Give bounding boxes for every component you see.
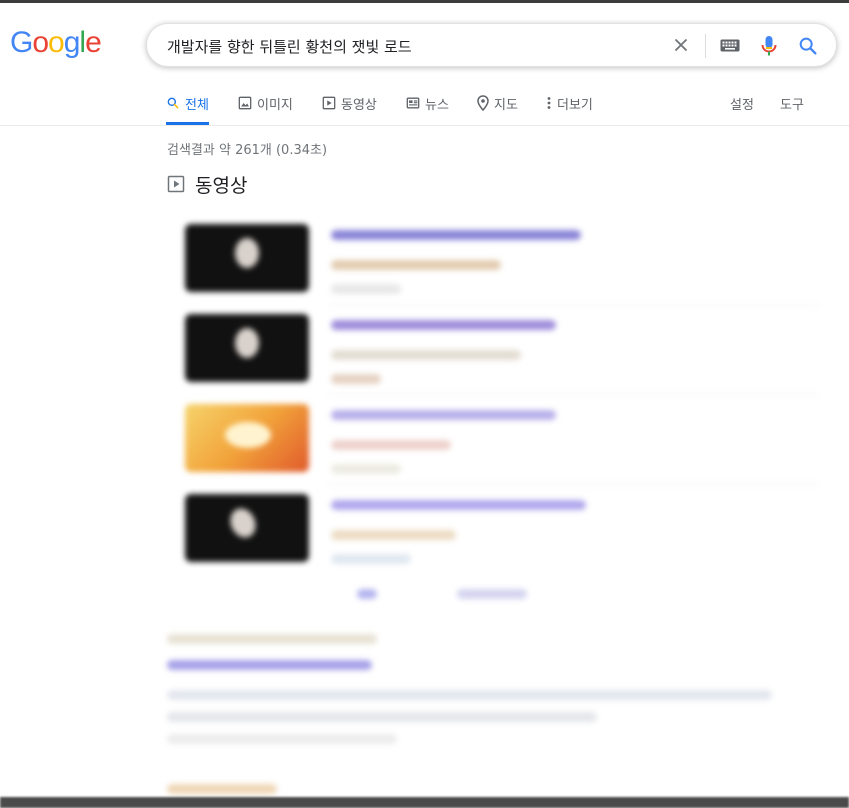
search-result[interactable] xyxy=(167,632,787,752)
video-title[interactable] xyxy=(331,500,586,510)
tab-news[interactable]: 뉴스 xyxy=(406,84,449,122)
tab-label: 전체 xyxy=(185,97,209,113)
search-icon xyxy=(167,97,179,109)
video-item[interactable] xyxy=(167,220,819,302)
tab-images[interactable]: 이미지 xyxy=(238,84,293,122)
tools-label: 도구 xyxy=(780,97,804,113)
logo-letter: g xyxy=(63,26,81,59)
row-divider xyxy=(327,304,819,305)
tab-more[interactable]: 더보기 xyxy=(546,84,593,122)
result-snippet xyxy=(167,690,772,700)
search-divider xyxy=(705,34,706,58)
search-tabs: 전체 이미지 동영상 뉴스 지도 더보기 설정 도구 xyxy=(156,84,836,125)
settings-label: 설정 xyxy=(730,97,754,113)
row-divider xyxy=(327,484,819,485)
tools-link[interactable]: 도구 xyxy=(780,84,804,122)
video-date xyxy=(331,464,401,474)
tab-label: 뉴스 xyxy=(425,97,449,113)
map-pin-icon xyxy=(477,95,489,111)
video-section-title: 동영상 xyxy=(195,174,248,197)
video-item[interactable] xyxy=(167,490,819,572)
logo-letter: G xyxy=(10,26,33,59)
window-top-border xyxy=(0,0,849,3)
video-date xyxy=(331,374,381,384)
video-thumbnail[interactable] xyxy=(185,314,309,382)
result-stats: 검색결과 약 261개 (0.34초) xyxy=(167,143,328,158)
carousel-control[interactable] xyxy=(457,589,527,599)
play-icon xyxy=(167,175,185,193)
video-section-header: 동영상 xyxy=(167,172,248,197)
keyboard-icon[interactable] xyxy=(720,39,740,52)
video-channel xyxy=(331,350,521,360)
video-date xyxy=(331,554,411,564)
result-url xyxy=(167,634,377,644)
video-channel xyxy=(331,530,456,540)
tab-maps[interactable]: 지도 xyxy=(477,84,518,122)
row-divider xyxy=(327,394,819,395)
video-date xyxy=(331,284,401,294)
microphone-icon[interactable] xyxy=(759,35,779,57)
search-input[interactable]: 개발자를 향한 뒤틀린 황천의 잿빛 로드 xyxy=(167,36,412,57)
video-title[interactable] xyxy=(331,320,556,330)
google-logo[interactable]: Google xyxy=(10,26,102,60)
search-box[interactable]: 개발자를 향한 뒤틀린 황천의 잿빛 로드 xyxy=(146,23,837,67)
tab-label: 동영상 xyxy=(341,97,377,113)
logo-letter: e xyxy=(85,26,102,59)
tab-all[interactable]: 전체 xyxy=(166,84,209,125)
video-thumbnail[interactable] xyxy=(185,224,309,292)
settings-link[interactable]: 설정 xyxy=(730,84,754,122)
video-item[interactable] xyxy=(167,400,819,482)
result-snippet xyxy=(167,712,597,722)
tab-label: 지도 xyxy=(494,97,518,113)
video-title[interactable] xyxy=(331,230,581,240)
more-vert-icon xyxy=(547,97,551,109)
tab-label: 더보기 xyxy=(557,97,593,113)
clear-icon[interactable] xyxy=(670,34,692,56)
logo-letter: o xyxy=(32,26,49,59)
video-carousel xyxy=(167,212,819,607)
result-title[interactable] xyxy=(167,660,372,670)
play-icon xyxy=(322,96,336,110)
tabs-divider xyxy=(0,125,849,126)
video-thumbnail[interactable] xyxy=(185,404,309,472)
video-title[interactable] xyxy=(331,410,556,420)
news-icon xyxy=(406,97,420,109)
video-channel xyxy=(331,260,501,270)
video-thumbnail[interactable] xyxy=(185,494,309,562)
tab-label: 이미지 xyxy=(257,97,293,113)
carousel-control[interactable] xyxy=(357,589,377,599)
video-channel xyxy=(331,440,451,450)
tab-videos[interactable]: 동영상 xyxy=(322,84,377,122)
search-icon[interactable] xyxy=(797,35,819,57)
result-url xyxy=(167,784,277,794)
result-snippet xyxy=(167,734,397,744)
image-icon xyxy=(238,96,252,110)
window-bottom-border xyxy=(0,797,849,808)
logo-letter: o xyxy=(48,26,65,59)
video-item[interactable] xyxy=(167,310,819,392)
search-result[interactable] xyxy=(167,784,287,796)
